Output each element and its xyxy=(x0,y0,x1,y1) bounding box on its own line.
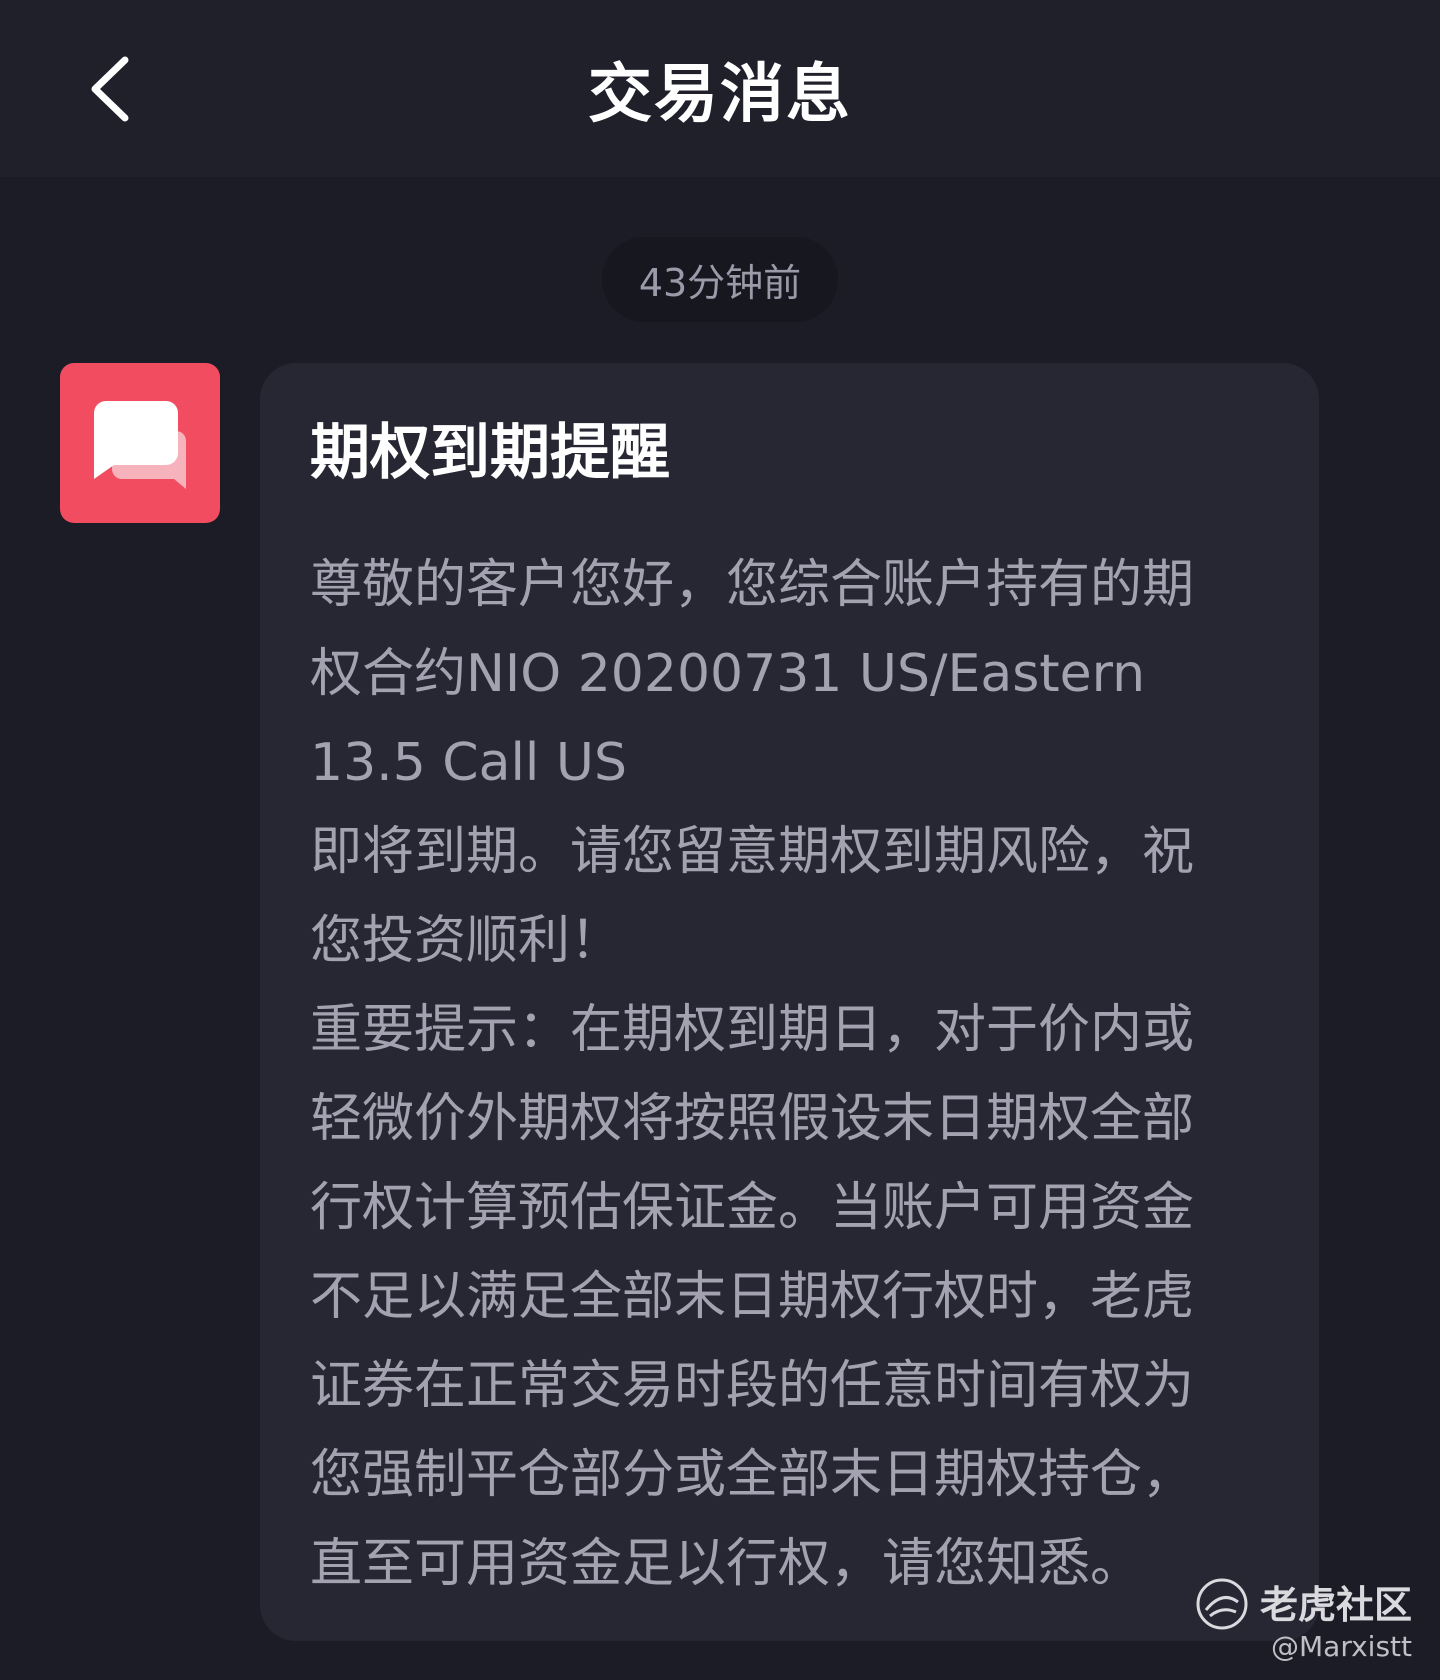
back-button[interactable] xyxy=(60,44,160,134)
message-paragraph: 即将到期。请您留意期权到期风险，祝您投资顺利！ xyxy=(310,822,1195,971)
chat-bubbles-icon xyxy=(94,401,186,489)
message-paragraph: 尊敬的客户您好，您综合账户持有的期权合约NIO 20200731 US/East… xyxy=(310,555,1195,793)
message-timestamp: 43分钟前 xyxy=(602,237,838,322)
message-card[interactable]: 期权到期提醒 尊敬的客户您好，您综合账户持有的期权合约NIO 20200731 … xyxy=(260,363,1319,1641)
tiger-logo-icon xyxy=(1196,1578,1248,1630)
watermark: 老虎社区 @Marxistt xyxy=(1192,1568,1412,1668)
message-paragraph: 重要提示：在期权到期日，对于价内或轻微价外期权将按照假设末日期权全部行权计算预估… xyxy=(310,1000,1195,1594)
watermark-name: 老虎社区 xyxy=(1259,1583,1412,1627)
message-title: 期权到期提醒 xyxy=(310,418,670,488)
watermark-handle: @Marxistt xyxy=(1271,1630,1412,1663)
top-bar: 交易消息 xyxy=(0,0,1440,177)
chevron-left-icon xyxy=(91,56,129,122)
trade-messages-page: 交易消息 43分钟前 期权到期提醒 尊敬的客户您好，您综合账户持有的期权合约NI… xyxy=(0,0,1440,1680)
page-title: 交易消息 xyxy=(588,57,852,132)
message-body: 尊敬的客户您好，您综合账户持有的期权合约NIO 20200731 US/East… xyxy=(310,541,1240,1609)
message-avatar xyxy=(60,363,220,523)
